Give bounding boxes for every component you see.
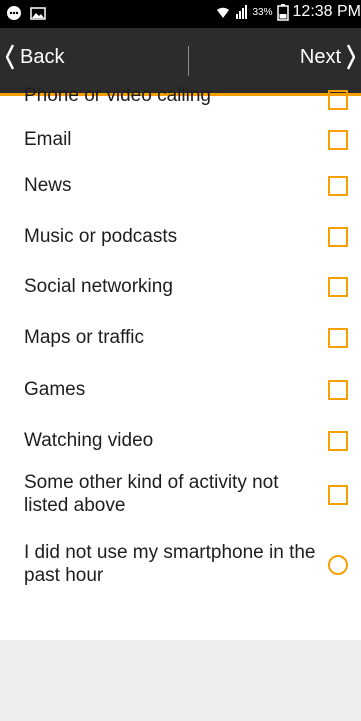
option-maps-or-traffic[interactable]: Maps or traffic xyxy=(0,312,361,364)
image-icon xyxy=(30,7,46,20)
option-email[interactable]: Email xyxy=(0,120,361,160)
battery-icon xyxy=(276,4,289,21)
option-checkbox[interactable] xyxy=(328,130,348,150)
option-did-not-use-smartphone[interactable]: I did not use my smartphone in the past … xyxy=(0,524,361,606)
back-button-label: Back xyxy=(20,45,65,68)
option-social-networking[interactable]: Social networking xyxy=(0,262,361,312)
option-watching-video[interactable]: Watching video xyxy=(0,416,361,466)
back-button[interactable]: Back xyxy=(6,44,64,70)
option-checkbox[interactable] xyxy=(328,176,348,196)
option-label: Phone or video calling xyxy=(24,85,211,106)
option-label: Maps or traffic xyxy=(24,326,145,348)
option-checkbox[interactable] xyxy=(328,227,348,247)
option-label: Watching video xyxy=(24,429,154,451)
activity-option-list: Phone or video calling Email News Music … xyxy=(0,86,361,606)
signal-icon xyxy=(235,5,247,19)
option-checkbox[interactable] xyxy=(328,380,348,400)
option-phone-or-video-calling[interactable]: Phone or video calling xyxy=(0,85,361,110)
status-time: 12:38 PM xyxy=(292,3,361,20)
nav-divider xyxy=(188,46,189,76)
option-label: Social networking xyxy=(24,275,173,297)
option-checkbox[interactable] xyxy=(328,90,348,110)
option-label: I did not use my smartphone in the past … xyxy=(24,542,316,586)
option-label: Games xyxy=(24,378,86,400)
next-button-label: Next xyxy=(299,45,341,68)
chat-bubble-icon xyxy=(7,6,21,20)
option-checkbox[interactable] xyxy=(328,485,348,505)
next-button[interactable]: Next xyxy=(300,44,355,70)
battery-percent: 33% xyxy=(252,6,273,18)
navigation-bar: Back Next xyxy=(0,28,361,93)
option-label: Music or podcasts xyxy=(24,225,178,247)
chevron-left-icon xyxy=(6,44,14,70)
option-music-or-podcasts[interactable]: Music or podcasts xyxy=(0,212,361,262)
bottom-area xyxy=(0,640,361,721)
option-label: News xyxy=(24,174,72,196)
option-label: Email xyxy=(24,128,72,150)
option-games[interactable]: Games xyxy=(0,364,361,416)
option-radio[interactable] xyxy=(328,555,348,575)
status-bar: 33% 12:38 PM xyxy=(0,0,361,28)
option-checkbox[interactable] xyxy=(328,431,348,451)
option-label: Some other kind of activity not listed a… xyxy=(24,472,279,516)
option-news[interactable]: News xyxy=(0,160,361,212)
chevron-right-icon xyxy=(347,44,355,70)
option-other-activity[interactable]: Some other kind of activity not listed a… xyxy=(0,466,361,524)
option-checkbox[interactable] xyxy=(328,277,348,297)
wifi-icon xyxy=(216,7,229,19)
option-checkbox[interactable] xyxy=(328,328,348,348)
